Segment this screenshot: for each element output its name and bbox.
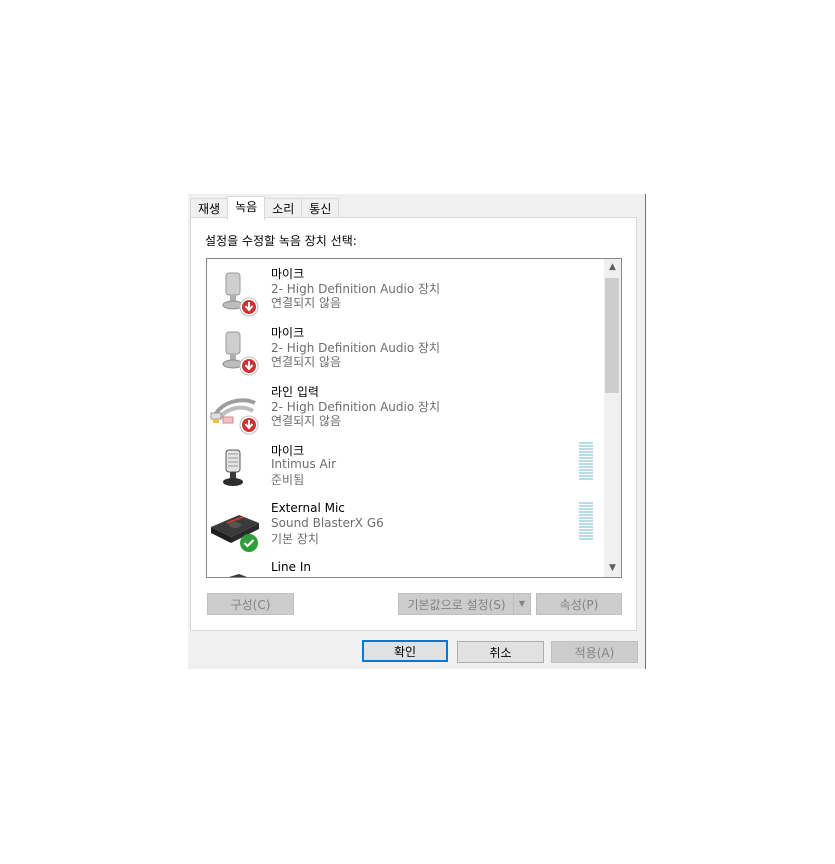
set-default-button[interactable]: 기본값으로 설정(S) ▼ [398, 593, 531, 615]
sound-card-icon [209, 501, 265, 553]
sound-dialog: 재생 녹음 소리 통신 설정을 수정할 녹음 장치 선택: 마이크 2- Hig… [188, 194, 646, 669]
microphone-icon [209, 442, 265, 494]
scroll-up-arrow-icon[interactable]: ▲ [604, 259, 621, 276]
chevron-down-icon[interactable]: ▼ [513, 594, 530, 614]
sound-card-icon [209, 560, 265, 577]
cancel-button[interactable]: 취소 [457, 641, 544, 663]
tab-sounds[interactable]: 소리 [264, 198, 303, 219]
device-item[interactable]: External Mic Sound BlasterX G6 기본 장치 [207, 495, 605, 554]
device-list[interactable]: 마이크 2- High Definition Audio 장치 연결되지 않음 [206, 258, 622, 578]
device-status: 연결되지 않음 [271, 296, 342, 310]
properties-button[interactable]: 속성(P) [536, 593, 622, 615]
scroll-down-arrow-icon[interactable]: ▼ [604, 560, 621, 577]
level-meter [579, 442, 593, 482]
tab-strip: 재생 녹음 소리 통신 [190, 196, 340, 220]
tab-recording[interactable]: 녹음 [227, 196, 266, 220]
device-name: External Mic [271, 501, 345, 515]
device-item[interactable]: 마이크 Intimus Air 준비됨 [207, 436, 605, 495]
tab-playback[interactable]: 재생 [190, 198, 229, 219]
device-detail: Intimus Air [271, 457, 337, 471]
tab-communications[interactable]: 통신 [301, 198, 340, 219]
scroll-thumb[interactable] [605, 278, 619, 393]
device-list-scrollbar[interactable]: ▲ ▼ [604, 259, 621, 577]
device-item[interactable]: 라인 입력 2- High Definition Audio 장치 연결되지 않… [207, 377, 605, 436]
line-in-cable-icon [209, 383, 265, 435]
device-item[interactable]: 마이크 2- High Definition Audio 장치 연결되지 않음 [207, 318, 605, 377]
microphone-icon [209, 265, 265, 317]
apply-button[interactable]: 적용(A) [551, 641, 638, 663]
device-select-prompt: 설정을 수정할 녹음 장치 선택: [205, 234, 357, 248]
level-meter [579, 502, 593, 542]
device-item[interactable]: Line In [207, 554, 605, 577]
device-detail: Sound BlasterX G6 [271, 516, 384, 530]
ok-button[interactable]: 확인 [362, 640, 448, 662]
device-status: 기본 장치 [271, 532, 319, 546]
set-default-label: 기본값으로 설정(S) [407, 598, 506, 612]
device-name: Line In [271, 560, 311, 574]
microphone-icon [209, 324, 265, 376]
device-item[interactable]: 마이크 2- High Definition Audio 장치 연결되지 않음 [207, 259, 605, 318]
device-status: 연결되지 않음 [271, 414, 342, 428]
device-status: 연결되지 않음 [271, 355, 342, 369]
configure-button[interactable]: 구성(C) [207, 593, 294, 615]
recording-panel: 설정을 수정할 녹음 장치 선택: 마이크 2- High Definition… [190, 217, 637, 631]
device-status: 준비됨 [271, 473, 305, 487]
